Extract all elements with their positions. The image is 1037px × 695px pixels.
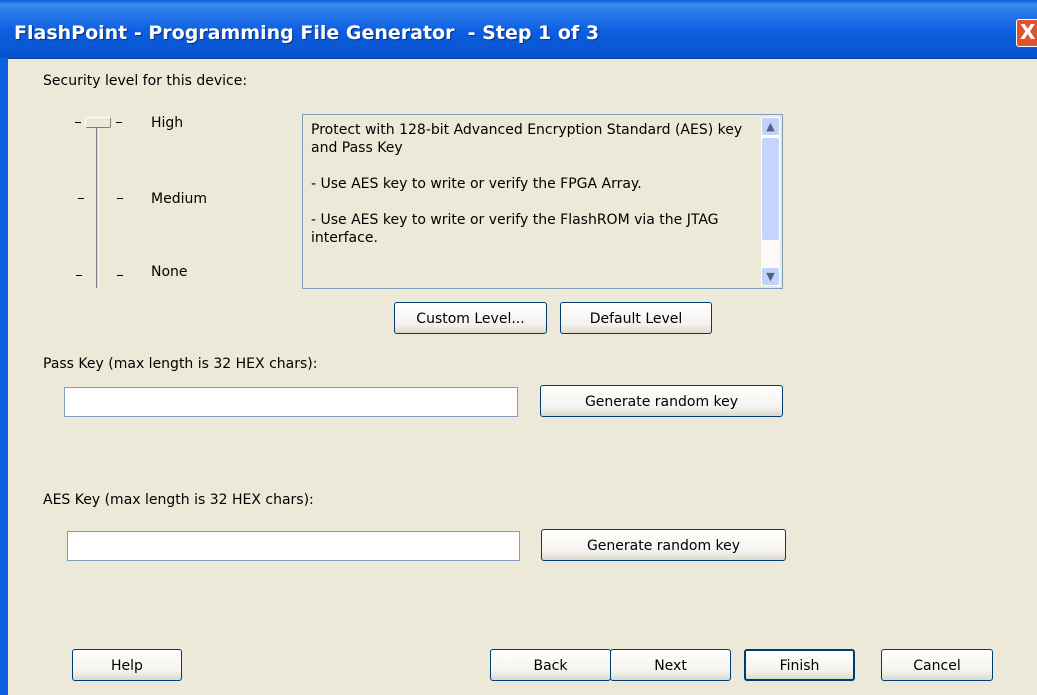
level-none-label: None <box>151 264 188 280</box>
help-button[interactable]: Help <box>72 649 182 681</box>
level-medium-label: Medium <box>151 191 207 207</box>
chevron-down-icon[interactable]: ▼ <box>761 267 780 286</box>
aes-key-input[interactable] <box>67 531 520 561</box>
security-description: Protect with 128-bit Advanced Encryption… <box>311 121 745 265</box>
slider-tick <box>76 275 82 276</box>
description-line: - Use AES key to write or verify the Fla… <box>311 212 719 246</box>
generate-aes-key-button[interactable]: Generate random key <box>541 529 786 561</box>
pass-key-label: Pass Key (max length is 32 HEX chars): <box>43 356 318 372</box>
slider-tick <box>78 198 84 199</box>
next-button[interactable]: Next <box>610 649 731 681</box>
pass-key-input[interactable] <box>64 387 518 417</box>
window-title: FlashPoint - Programming File Generator … <box>14 22 600 44</box>
security-heading: Security level for this device: <box>43 73 248 89</box>
description-line: - Use AES key to write or verify the FPG… <box>311 176 642 192</box>
aes-key-label: AES Key (max length is 32 HEX chars): <box>43 492 314 508</box>
level-high-label: High <box>151 115 184 131</box>
window-frame-left <box>0 58 8 695</box>
generate-pass-key-button[interactable]: Generate random key <box>540 385 783 417</box>
chevron-up-icon[interactable]: ▲ <box>761 117 780 136</box>
slider-thumb[interactable] <box>85 117 111 128</box>
description-line: Protect with 128-bit Advanced Encryption… <box>311 122 743 156</box>
security-description-box[interactable]: Protect with 128-bit Advanced Encryption… <box>302 114 783 289</box>
custom-level-button[interactable]: Custom Level... <box>394 302 547 334</box>
finish-button[interactable]: Finish <box>744 649 855 681</box>
default-level-button[interactable]: Default Level <box>560 302 712 334</box>
slider-tick <box>75 122 81 123</box>
cancel-button[interactable]: Cancel <box>881 649 993 681</box>
slider-tick <box>117 198 123 199</box>
title-bar[interactable]: FlashPoint - Programming File Generator … <box>0 0 1037 59</box>
close-icon[interactable]: X <box>1016 19 1037 47</box>
slider-tick <box>117 275 123 276</box>
back-button[interactable]: Back <box>490 649 611 681</box>
scrollbar-thumb[interactable] <box>761 137 780 241</box>
slider-track[interactable] <box>96 128 99 288</box>
dialog-window: FlashPoint - Programming File Generator … <box>0 0 1037 695</box>
vertical-scrollbar[interactable]: ▲ ▼ <box>761 117 780 286</box>
slider-tick <box>116 122 122 123</box>
